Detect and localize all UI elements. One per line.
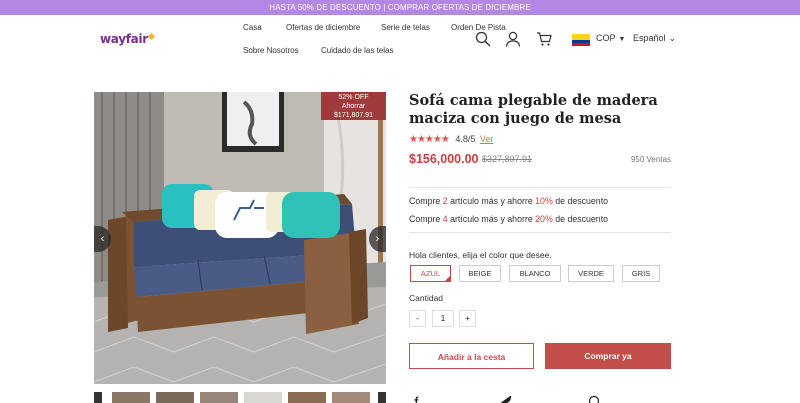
thumbnail-3[interactable]	[200, 392, 238, 403]
bundle-offer-2: Compre 4 artículo más y ahorre 20% de de…	[409, 214, 608, 224]
chevron-down-icon: ▼	[618, 36, 626, 43]
thumb-prev-button[interactable]	[94, 392, 102, 403]
offer-text: Compre	[409, 196, 443, 206]
offer-text: artículo más y ahorre	[447, 196, 536, 206]
add-to-cart-button[interactable]: Añadir a la cesta	[409, 343, 534, 369]
quantity-decrease-button[interactable]: -	[409, 310, 426, 327]
product-title: Sofá cama plegable de madera maciza con …	[409, 92, 658, 127]
nav-item-ofertas[interactable]: Ofertas de diciembre	[286, 23, 360, 32]
badge-save-label: Ahorrar	[341, 103, 366, 110]
buy-now-button[interactable]: Comprar ya	[545, 343, 671, 369]
nav-item-cuidado-telas[interactable]: Cuidado de las telas	[321, 46, 394, 55]
logo-text: wayfair	[100, 32, 148, 46]
currency-label: COP	[596, 33, 616, 43]
color-option-gris[interactable]: GRIS	[622, 265, 660, 282]
offer-text: artículo más y ahorre	[447, 214, 536, 224]
sofa-photo	[94, 92, 386, 384]
thumb-next-button[interactable]	[378, 392, 386, 403]
twitter-icon[interactable]	[501, 396, 512, 403]
color-option-verde[interactable]: VERDE	[568, 265, 614, 282]
color-option-beige[interactable]: BEIGE	[459, 265, 501, 282]
pinterest-icon[interactable]	[589, 396, 599, 403]
quantity-label: Cantidad	[409, 293, 444, 303]
facebook-icon[interactable]	[412, 396, 420, 403]
offer-text: Compre	[409, 214, 443, 224]
rating-stars-icon: ★★★★★	[409, 134, 450, 145]
thumbnail-1[interactable]	[112, 392, 150, 403]
offer-text: de descuento	[552, 196, 609, 206]
product-rating: ★★★★★ 4.8/5 Ver	[409, 134, 493, 145]
currency-selector[interactable]: COP ▼	[596, 33, 625, 43]
chevron-down-icon: ⌄	[668, 33, 677, 43]
thumbnail-2[interactable]	[156, 392, 194, 403]
badge-save-amount: $171,807.91	[334, 112, 373, 119]
current-price: $156,000.00	[409, 152, 479, 166]
rating-value: 4.8/5	[455, 134, 476, 144]
thumbnail-4[interactable]	[244, 392, 282, 403]
account-icon[interactable]	[505, 31, 521, 47]
logo-diamond-icon	[147, 32, 155, 41]
chevron-right-icon: ›	[375, 233, 380, 245]
discount-badge: 52% OFF Ahorrar $171,807.91	[321, 92, 386, 120]
thumbnail-5[interactable]	[288, 392, 326, 403]
language-label: Español	[633, 33, 666, 43]
language-selector[interactable]: Español ⌄	[633, 33, 676, 44]
bundle-offer-1: Compre 2 artículo más y ahorre 10% de de…	[409, 196, 608, 206]
nav-item-casa[interactable]: Casa	[243, 23, 262, 32]
thumbnail-6[interactable]	[332, 392, 370, 403]
wayfair-logo[interactable]: wayfair	[100, 32, 155, 46]
offer-text: de descuento	[552, 214, 609, 224]
color-option-blanco[interactable]: BLANCO	[509, 265, 561, 282]
quantity-increase-button[interactable]: +	[459, 310, 476, 327]
cart-icon[interactable]	[536, 31, 552, 47]
site-header: wayfair Casa Ofertas de diciembre Serie …	[0, 15, 800, 63]
quantity-input[interactable]: 1	[432, 310, 454, 327]
divider	[409, 232, 671, 233]
divider	[409, 187, 671, 188]
original-price: $327,807.91	[482, 154, 533, 164]
chevron-left-icon: ‹	[100, 233, 105, 245]
color-option-azul[interactable]: AZUL	[410, 265, 451, 282]
nav-item-serie-telas[interactable]: Serie de telas	[381, 23, 430, 32]
promo-banner[interactable]: HASTA 50% DE DESCUENTO | COMPRAR OFERTAS…	[0, 0, 800, 15]
product-main-image[interactable]	[94, 92, 386, 384]
nav-item-sobre-nosotros[interactable]: Sobre Nosotros	[243, 46, 299, 55]
colombia-flag-icon	[572, 34, 590, 46]
badge-percent: 52% OFF	[338, 94, 369, 101]
flag-band-red	[572, 43, 590, 46]
color-prompt: Hola clientes, elija el color que desee.	[409, 250, 552, 260]
sales-count: 950 Ventas	[630, 155, 671, 164]
search-icon[interactable]	[475, 31, 491, 47]
reviews-link[interactable]: Ver	[480, 134, 494, 144]
offer-percent: 20%	[535, 214, 553, 224]
thumbnail-strip	[94, 392, 386, 403]
offer-percent: 10%	[535, 196, 553, 206]
